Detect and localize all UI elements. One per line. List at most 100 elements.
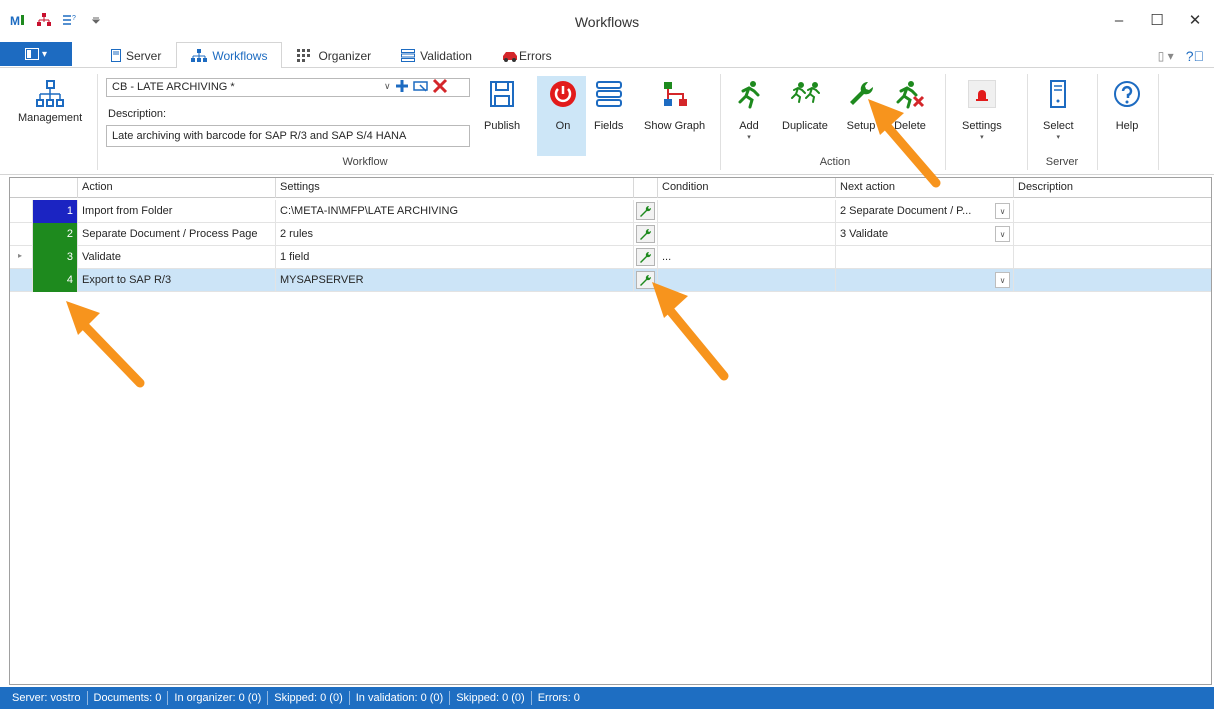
row-settings[interactable]: 1 field bbox=[276, 246, 634, 269]
status-server-label: Server: bbox=[12, 692, 48, 704]
tab-errors[interactable]: Errors bbox=[487, 42, 567, 68]
row-number: 1 bbox=[33, 200, 78, 223]
tab-workflows-label: Workflows bbox=[212, 49, 268, 63]
window-title: Workflows bbox=[574, 14, 640, 30]
server-icon bbox=[111, 49, 121, 62]
tab-workflows[interactable]: Workflows bbox=[176, 42, 283, 69]
close-button[interactable]: ✕ bbox=[1176, 8, 1214, 32]
workflow-select-value: CB - LATE ARCHIVING * bbox=[112, 81, 235, 93]
status-organizer-label: In organizer: bbox=[174, 692, 236, 704]
add-action-button[interactable]: Add ▾ bbox=[734, 74, 764, 141]
tab-validation-label: Validation bbox=[420, 48, 472, 63]
tab-server[interactable]: Server bbox=[96, 42, 176, 68]
chevron-down-icon[interactable]: ∨ bbox=[995, 226, 1010, 242]
table-row[interactable]: 2 Separate Document / Process Page 2 rul… bbox=[10, 223, 1211, 246]
row-description[interactable] bbox=[1014, 200, 1211, 223]
show-graph-label: Show Graph bbox=[644, 120, 706, 132]
tab-organizer[interactable]: Organizer bbox=[282, 42, 386, 68]
ribbon: Management CB - LATE ARCHIVING * ∨ Descr… bbox=[0, 68, 1214, 175]
running-men-duplicate-icon bbox=[790, 82, 820, 103]
delete-workflow-icon[interactable] bbox=[432, 78, 448, 94]
row-next-action-value: 2 Separate Document / P... bbox=[840, 205, 972, 217]
header-wrench bbox=[634, 178, 658, 198]
row-description[interactable] bbox=[1014, 246, 1211, 269]
row-indicator bbox=[10, 269, 33, 292]
header-description[interactable]: Description bbox=[1014, 178, 1211, 198]
file-menu-button[interactable]: ▾ bbox=[0, 42, 72, 66]
header-settings[interactable]: Settings bbox=[276, 178, 634, 198]
add-workflow-icon[interactable] bbox=[394, 78, 410, 94]
fields-label: Fields bbox=[594, 120, 624, 132]
chevron-down-icon[interactable]: ∨ bbox=[995, 272, 1010, 288]
row-description[interactable] bbox=[1014, 269, 1211, 292]
help-button[interactable]: Help bbox=[1112, 74, 1142, 132]
grid-header: Action Settings Condition Next action De… bbox=[10, 178, 1211, 198]
settings-button[interactable]: Settings ▾ bbox=[962, 74, 1002, 141]
row-settings[interactable]: 2 rules bbox=[276, 223, 634, 246]
fields-button[interactable]: Fields bbox=[594, 74, 623, 132]
row-indicator bbox=[10, 223, 33, 246]
wrench-icon[interactable] bbox=[636, 248, 655, 266]
select-server-button[interactable]: Select ▾ bbox=[1043, 74, 1074, 141]
fields-icon bbox=[595, 81, 622, 107]
table-row[interactable]: 1 Import from Folder C:\META-IN\MFP\LATE… bbox=[10, 200, 1211, 223]
server-group-label: Server bbox=[1045, 156, 1079, 168]
rename-workflow-icon[interactable] bbox=[412, 78, 429, 94]
save-icon bbox=[490, 81, 515, 107]
row-next-action[interactable]: 2 Separate Document / P... ∨ bbox=[836, 200, 1014, 223]
row-action[interactable]: Separate Document / Process Page bbox=[78, 223, 276, 246]
power-icon bbox=[550, 81, 576, 107]
row-action[interactable]: Validate bbox=[78, 246, 276, 269]
row-condition[interactable] bbox=[658, 200, 836, 223]
running-man-add-icon bbox=[738, 81, 760, 109]
description-input[interactable]: Late archiving with barcode for SAP R/3 … bbox=[106, 125, 470, 147]
table-row[interactable]: 4 Export to SAP R/3 MYSAPSERVER ∨ bbox=[10, 269, 1211, 292]
maximize-button[interactable]: ☐ bbox=[1138, 8, 1176, 32]
status-documents-value: 0 bbox=[155, 692, 162, 704]
chevron-down-icon[interactable]: ∨ bbox=[995, 203, 1010, 219]
header-condition[interactable]: Condition bbox=[658, 178, 836, 198]
row-action[interactable]: Import from Folder bbox=[78, 200, 276, 223]
status-validation-label: In validation: bbox=[355, 692, 418, 704]
annotation-arrow-row-number bbox=[66, 301, 145, 388]
row-condition[interactable]: ... bbox=[658, 246, 836, 269]
annotation-arrow-setup-cell bbox=[652, 282, 729, 381]
management-button[interactable]: Management bbox=[18, 74, 82, 124]
server-icon bbox=[1050, 80, 1067, 108]
chevron-down-icon[interactable]: ∨ bbox=[384, 81, 391, 92]
duplicate-label: Duplicate bbox=[782, 120, 828, 132]
workflow-group-label: Workflow bbox=[342, 156, 388, 168]
description-label: Description: bbox=[108, 108, 167, 120]
row-action[interactable]: Export to SAP R/3 bbox=[78, 269, 276, 292]
show-graph-button[interactable]: Show Graph bbox=[644, 74, 705, 132]
wrench-icon[interactable] bbox=[636, 202, 655, 220]
tab-organizer-label: Organizer bbox=[318, 48, 372, 63]
alarm-icon bbox=[967, 80, 996, 108]
graph-icon bbox=[663, 82, 687, 106]
wrench-icon[interactable] bbox=[636, 225, 655, 243]
duplicate-action-button[interactable]: Duplicate bbox=[782, 74, 828, 132]
row-description[interactable] bbox=[1014, 223, 1211, 246]
row-next-action[interactable]: ∨ bbox=[836, 269, 1014, 292]
management-icon bbox=[36, 80, 65, 107]
status-errors-label: Errors: bbox=[537, 692, 571, 704]
tab-validation[interactable]: Validation bbox=[386, 42, 487, 68]
row-settings[interactable]: C:\META-IN\MFP\LATE ARCHIVING bbox=[276, 200, 634, 223]
layout-icon[interactable]: ▯ ▾ bbox=[1158, 49, 1174, 63]
row-indicator bbox=[10, 200, 33, 223]
row-next-action[interactable]: 3 Validate ∨ bbox=[836, 223, 1014, 246]
row-condition[interactable] bbox=[658, 223, 836, 246]
add-label: Add bbox=[739, 120, 759, 132]
table-row[interactable]: ▸ 3 Validate 1 field ... bbox=[10, 246, 1211, 269]
help-circle-icon[interactable]: ?⃝ bbox=[1186, 48, 1204, 64]
row-settings[interactable]: MYSAPSERVER bbox=[276, 269, 634, 292]
minimize-button[interactable]: – bbox=[1100, 8, 1138, 32]
annotation-arrow-setup-button bbox=[868, 99, 941, 188]
row-next-action[interactable] bbox=[836, 246, 1014, 269]
publish-button[interactable]: Publish bbox=[484, 74, 520, 132]
header-action[interactable]: Action bbox=[78, 178, 276, 198]
row-number: 3 bbox=[33, 246, 78, 269]
on-button[interactable]: On bbox=[548, 74, 578, 132]
title-bar: M ? Workflows – ☐ ✕ bbox=[0, 0, 1214, 40]
settings-label: Settings bbox=[962, 120, 1002, 132]
